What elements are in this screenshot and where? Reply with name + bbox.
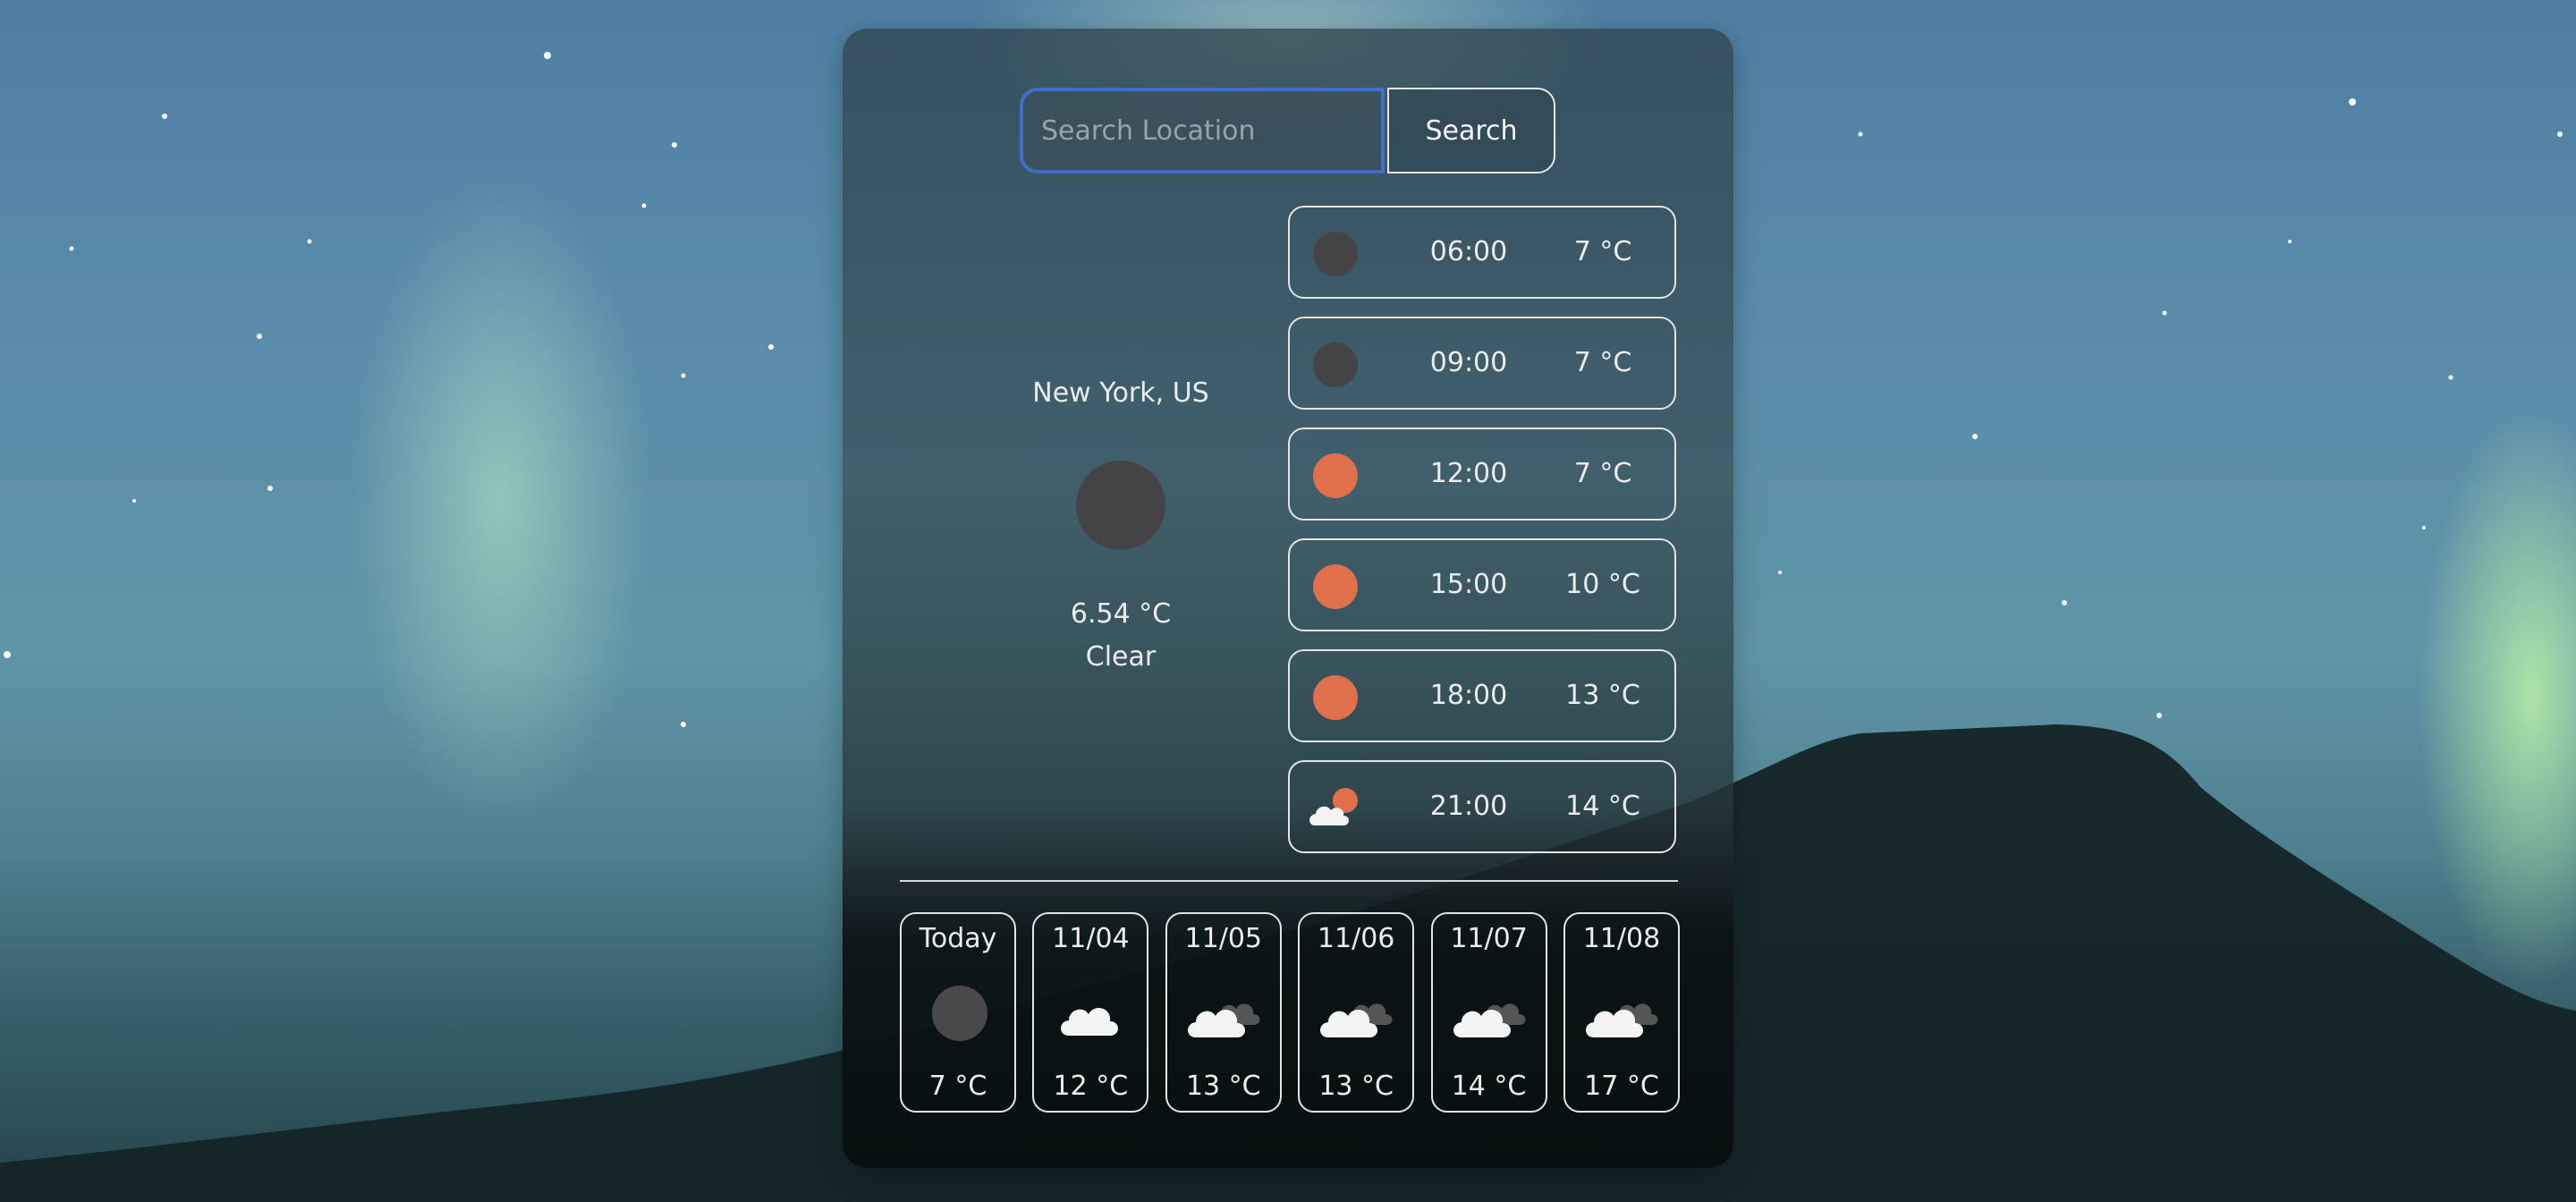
night-clear-icon	[1313, 343, 1358, 387]
search-bar: Search	[1020, 88, 1555, 174]
night-clear-icon	[1076, 461, 1165, 550]
broken-clouds-icon	[1320, 986, 1394, 1043]
hourly-temperature: 13 °C	[1565, 680, 1640, 711]
daily-item: 11/04 12 °C	[1032, 912, 1149, 1113]
broken-clouds-icon	[1585, 986, 1659, 1043]
hourly-item: 06:00 7 °C	[1288, 206, 1676, 299]
day-label: 11/05	[1184, 923, 1263, 954]
search-input[interactable]	[1020, 88, 1385, 174]
day-temperature: 17 °C	[1584, 1071, 1659, 1102]
day-temperature: 7 °C	[928, 1071, 987, 1102]
hourly-time: 06:00	[1429, 236, 1508, 267]
broken-clouds-icon	[1453, 986, 1527, 1043]
hourly-time: 18:00	[1429, 680, 1508, 711]
day-temperature: 13 °C	[1185, 1071, 1261, 1102]
current-temperature: 6.54 °C	[1070, 598, 1172, 630]
cloud-icon	[1056, 986, 1128, 1043]
sun-icon	[1313, 564, 1358, 609]
hourly-time: 12:00	[1429, 458, 1508, 489]
hourly-time: 09:00	[1429, 347, 1508, 378]
night-clear-icon	[1313, 232, 1358, 276]
divider	[900, 880, 1678, 882]
hourly-temperature: 7 °C	[1573, 458, 1632, 489]
day-label: 11/07	[1450, 923, 1528, 954]
hourly-item: 09:00 7 °C	[1288, 317, 1676, 410]
daily-item: 11/07 14 °C	[1430, 912, 1547, 1113]
night-clear-icon	[924, 986, 996, 1043]
daily-item: 11/05 13 °C	[1165, 912, 1282, 1113]
hourly-temperature: 7 °C	[1573, 347, 1632, 378]
hourly-temperature: 14 °C	[1565, 791, 1640, 822]
daily-forecast: Today 7 °C 11/04 12 °C 11/05 13 °C 11/06…	[900, 912, 1680, 1113]
daily-item: 11/06 13 °C	[1298, 912, 1415, 1113]
hourly-temperature: 10 °C	[1565, 569, 1640, 600]
broken-clouds-icon	[1187, 986, 1261, 1043]
weather-panel: Search New York, US 6.54 °C Clear 06:00 …	[843, 29, 1733, 1168]
hourly-item: 21:00 14 °C	[1288, 760, 1676, 853]
sun-icon	[1313, 675, 1358, 720]
day-temperature: 13 °C	[1318, 1071, 1394, 1102]
day-label: 11/06	[1317, 923, 1395, 954]
current-weather: New York, US 6.54 °C Clear	[995, 377, 1247, 679]
day-temperature: 12 °C	[1053, 1071, 1129, 1102]
day-label: 11/08	[1582, 923, 1661, 954]
sun-icon	[1313, 453, 1358, 498]
hourly-temperature: 7 °C	[1573, 236, 1632, 267]
day-label: Today	[919, 923, 997, 954]
hourly-item: 12:00 7 °C	[1288, 427, 1676, 521]
hourly-time: 21:00	[1429, 791, 1508, 822]
hourly-time: 15:00	[1429, 569, 1508, 600]
daily-item: Today 7 °C	[900, 912, 1016, 1113]
weather-description: Clear	[1085, 641, 1157, 673]
hourly-item: 15:00 10 °C	[1288, 538, 1676, 631]
hourly-forecast: 06:00 7 °C 09:00 7 °C 12:00 7 °C 15:00 1…	[1288, 206, 1676, 871]
search-button[interactable]: Search	[1387, 88, 1555, 174]
day-label: 11/04	[1052, 923, 1130, 954]
location-name: New York, US	[1032, 377, 1209, 409]
daily-item: 11/08 17 °C	[1563, 912, 1680, 1113]
day-temperature: 14 °C	[1451, 1071, 1527, 1102]
hourly-item: 18:00 13 °C	[1288, 649, 1676, 742]
partly-cloudy-icon	[1309, 786, 1358, 831]
